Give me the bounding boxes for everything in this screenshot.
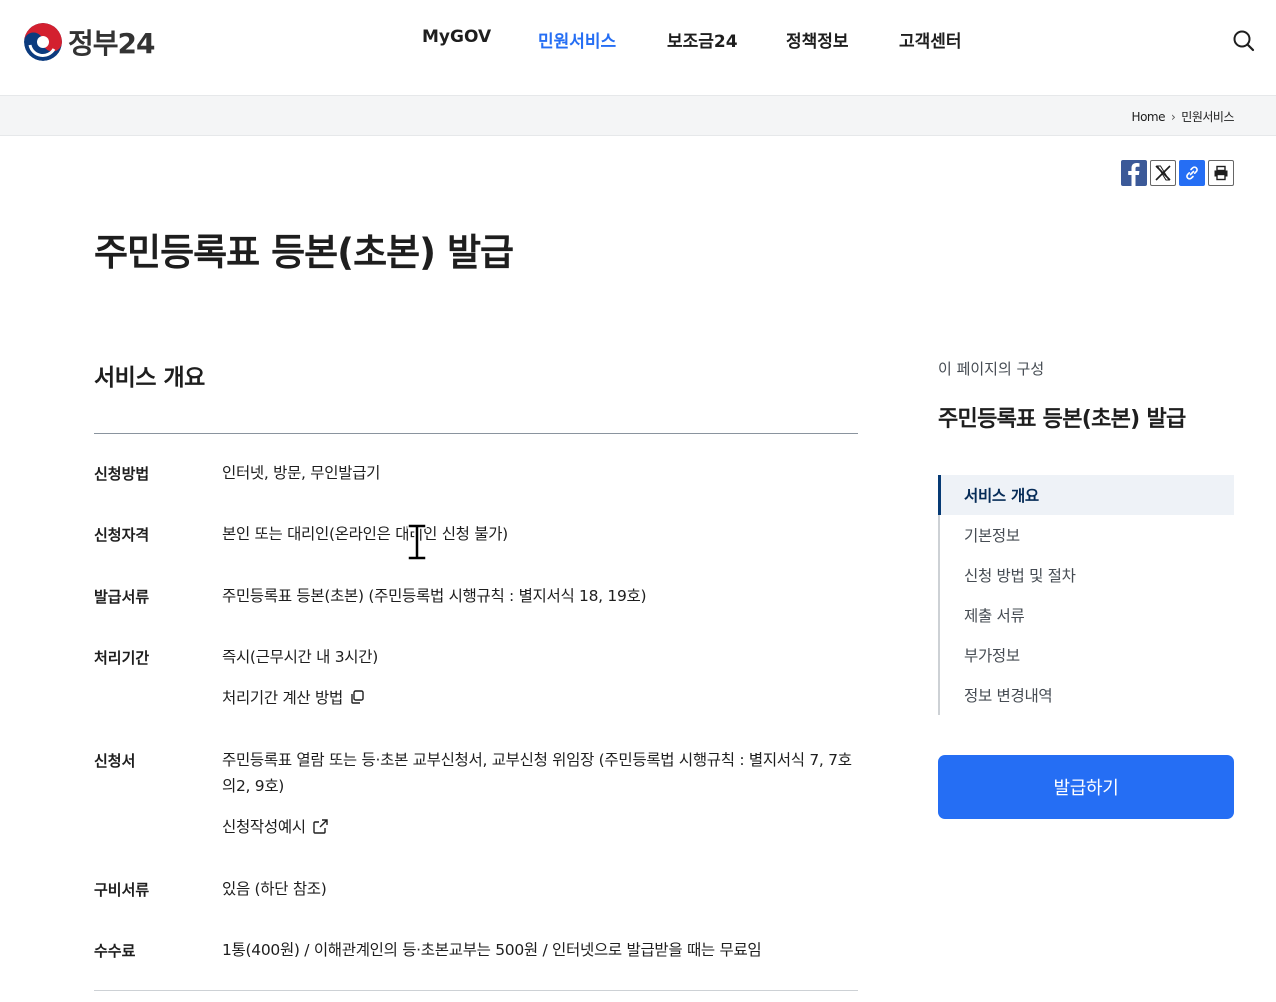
row-label-document: 발급서류 xyxy=(94,588,150,606)
toc-item-additional-info[interactable]: 부가정보 xyxy=(940,635,1234,675)
row-value-required-docs: 있음 (하단 참조) xyxy=(222,880,327,898)
form-example-link[interactable]: 신청작성예시 xyxy=(222,815,329,837)
copy-icon xyxy=(351,690,364,704)
breadcrumb-bar: Home › 민원서비스 xyxy=(0,95,1276,136)
page-title: 주민등록표 등본(초본) 발급 xyxy=(94,231,514,274)
search-icon[interactable] xyxy=(1231,28,1257,54)
nav-customer-center[interactable]: 고객센터 xyxy=(899,27,962,52)
row-label-required-docs: 구비서류 xyxy=(94,881,150,899)
row-label-processing-time: 처리기간 xyxy=(94,649,150,667)
processing-time-calc-link[interactable]: 처리기간 계산 방법 xyxy=(222,686,365,708)
row-value-application-form: 주민등록표 열람 또는 등·초본 교부신청서, 교부신청 위임장 (주민등록법 … xyxy=(222,751,852,795)
main-nav: MyGOV 민원서비스 보조금24 정책정보 고객센터 xyxy=(0,27,1276,52)
toc-item-overview[interactable]: 서비스 개요 xyxy=(938,475,1234,515)
section-divider-bottom xyxy=(94,990,858,991)
row-value-fee: 1통(400원) / 이해관계인의 등·초본교부는 500원 / 인터넷으로 발… xyxy=(222,941,762,959)
section-title-overview: 서비스 개요 xyxy=(94,365,205,391)
nav-policy-info[interactable]: 정책정보 xyxy=(786,27,849,52)
row-label-eligibility: 신청자격 xyxy=(94,526,150,544)
link-icon[interactable] xyxy=(1179,160,1205,186)
toc-item-basic-info[interactable]: 기본정보 xyxy=(940,515,1234,555)
nav-subsidy24[interactable]: 보조금24 xyxy=(667,27,738,52)
print-icon[interactable] xyxy=(1208,160,1234,186)
text-cursor-icon xyxy=(404,522,430,562)
toc-title: 주민등록표 등본(초본) 발급 xyxy=(938,407,1186,432)
section-divider xyxy=(94,433,858,434)
toc-caption: 이 페이지의 구성 xyxy=(938,360,1045,378)
facebook-icon[interactable] xyxy=(1121,160,1147,186)
toc-item-procedure[interactable]: 신청 방법 및 절차 xyxy=(940,555,1234,595)
row-value-eligibility: 본인 또는 대리인(온라인은 대리인 신청 불가) xyxy=(222,525,508,543)
share-toolbar xyxy=(1121,160,1234,186)
row-label-fee: 수수료 xyxy=(94,942,136,960)
nav-mygov[interactable]: MyGOV xyxy=(422,27,491,47)
breadcrumb-home[interactable]: Home xyxy=(1132,110,1166,124)
issue-button[interactable]: 발급하기 xyxy=(938,755,1234,819)
toc-item-submit-docs[interactable]: 제출 서류 xyxy=(940,595,1234,635)
x-icon[interactable] xyxy=(1150,160,1176,186)
toc-list: 서비스 개요 기본정보 신청 방법 및 절차 제출 서류 부가정보 정보 변경내… xyxy=(938,475,1234,715)
row-value-method: 인터넷, 방문, 무인발급기 xyxy=(222,464,381,482)
chevron-right-icon: › xyxy=(1170,109,1176,124)
breadcrumb-current[interactable]: 민원서비스 xyxy=(1181,108,1234,125)
row-value-processing-time: 즉시(근무시간 내 3시간) xyxy=(222,648,378,666)
breadcrumb: Home › 민원서비스 xyxy=(1132,108,1235,125)
nav-civil-service[interactable]: 민원서비스 xyxy=(538,27,616,52)
row-value-document: 주민등록표 등본(초본) (주민등록법 시행규칙 : 별지서식 18, 19호) xyxy=(222,587,647,605)
site-header: 정부24 MyGOV 민원서비스 보조금24 정책정보 고객센터 xyxy=(0,0,1276,95)
external-link-icon xyxy=(313,818,328,834)
toc-item-change-history[interactable]: 정보 변경내역 xyxy=(940,675,1234,715)
processing-time-calc-label: 처리기간 계산 방법 xyxy=(222,689,343,707)
form-example-label: 신청작성예시 xyxy=(222,818,306,836)
row-label-method: 신청방법 xyxy=(94,465,150,483)
row-label-application-form: 신청서 xyxy=(94,752,136,770)
